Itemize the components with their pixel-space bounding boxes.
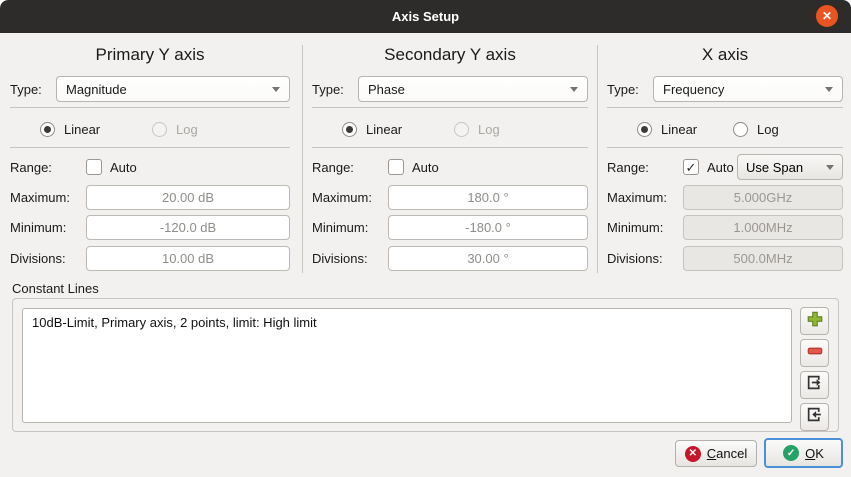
maximum-input[interactable]: 180.0 ° — [388, 185, 588, 210]
axis-setup-dialog: Axis Setup ✕ Primary Y axis Type: Magnit… — [0, 0, 851, 477]
chevron-down-icon — [826, 165, 834, 170]
divisions-label: Divisions: — [607, 251, 683, 266]
span-mode-dropdown[interactable]: Use Span — [737, 154, 843, 180]
linear-radio[interactable]: Linear — [40, 122, 152, 137]
x-axis-panel: X axis Type: Frequency Linear Log Range:… — [607, 40, 843, 280]
chevron-down-icon — [272, 87, 280, 92]
type-label: Type: — [607, 82, 653, 97]
separator — [607, 147, 843, 148]
panel-title: Secondary Y axis — [312, 45, 588, 65]
minimum-input: 1.000MHz — [683, 215, 843, 240]
type-label: Type: — [312, 82, 358, 97]
checkmark-icon: ✓ — [686, 161, 697, 174]
log-radio: Log — [152, 122, 198, 137]
separator — [10, 147, 290, 148]
ok-button[interactable]: ✓ OK — [764, 438, 843, 468]
radio-icon — [454, 122, 469, 137]
linear-radio-label: Linear — [64, 122, 100, 137]
auto-checkbox-label: Auto — [412, 160, 439, 175]
type-dropdown-value: Frequency — [663, 82, 724, 97]
auto-checkbox-label: Auto — [707, 160, 734, 175]
span-mode-value: Use Span — [746, 160, 803, 175]
range-label: Range: — [10, 160, 86, 175]
range-label: Range: — [312, 160, 388, 175]
ok-button-label: OK — [805, 446, 824, 461]
type-dropdown-value: Magnitude — [66, 82, 127, 97]
minimum-label: Minimum: — [10, 220, 86, 235]
minimum-input[interactable]: -180.0 ° — [388, 215, 588, 240]
remove-line-button[interactable] — [800, 339, 829, 367]
chevron-down-icon — [825, 87, 833, 92]
separator — [312, 147, 588, 148]
radio-icon[interactable] — [637, 122, 652, 137]
auto-checkbox[interactable]: ✓ — [86, 159, 102, 175]
titlebar[interactable]: Axis Setup ✕ — [0, 0, 851, 33]
radio-icon — [152, 122, 167, 137]
type-dropdown[interactable]: Magnitude — [56, 76, 290, 102]
type-label: Type: — [10, 82, 56, 97]
cancel-cross-icon: ✕ — [685, 446, 701, 462]
primary-y-axis-panel: Primary Y axis Type: Magnitude Linear Lo… — [10, 40, 290, 280]
type-dropdown[interactable]: Frequency — [653, 76, 843, 102]
divisions-label: Divisions: — [312, 251, 388, 266]
minimum-label: Minimum: — [607, 220, 683, 235]
ok-check-icon: ✓ — [783, 445, 799, 461]
maximum-input: 5.000GHz — [683, 185, 843, 210]
cancel-button[interactable]: ✕ Cancel — [675, 440, 757, 467]
linear-radio[interactable]: Linear — [637, 122, 733, 137]
import-lines-button[interactable] — [800, 403, 829, 431]
minus-icon — [806, 342, 824, 365]
radio-icon[interactable] — [342, 122, 357, 137]
list-item[interactable]: 10dB-Limit, Primary axis, 2 points, limi… — [32, 313, 782, 332]
log-radio-label: Log — [478, 122, 500, 137]
divisions-label: Divisions: — [10, 251, 86, 266]
minimum-input[interactable]: -120.0 dB — [86, 215, 290, 240]
auto-checkbox-label: Auto — [110, 160, 137, 175]
radio-icon[interactable] — [733, 122, 748, 137]
maximum-input[interactable]: 20.00 dB — [86, 185, 290, 210]
maximum-label: Maximum: — [607, 190, 683, 205]
separator — [312, 107, 588, 108]
column-separator — [302, 45, 303, 273]
divisions-input: 500.0MHz — [683, 246, 843, 271]
separator — [10, 107, 290, 108]
window-title: Axis Setup — [392, 9, 459, 24]
cancel-button-label: Cancel — [707, 446, 747, 461]
linear-radio-label: Linear — [661, 122, 697, 137]
log-radio-label: Log — [176, 122, 198, 137]
panel-title: Primary Y axis — [10, 45, 290, 65]
export-lines-button[interactable] — [800, 371, 829, 399]
import-icon — [806, 406, 823, 428]
auto-checkbox[interactable]: ✓ — [388, 159, 404, 175]
maximum-label: Maximum: — [10, 190, 86, 205]
separator — [607, 107, 843, 108]
constant-lines-group: 10dB-Limit, Primary axis, 2 points, limi… — [12, 298, 839, 432]
constant-lines-label: Constant Lines — [12, 281, 99, 296]
auto-checkbox[interactable]: ✓ — [683, 159, 699, 175]
maximum-label: Maximum: — [312, 190, 388, 205]
range-label: Range: — [607, 160, 683, 175]
export-icon — [806, 374, 823, 396]
divisions-input[interactable]: 10.00 dB — [86, 246, 290, 271]
close-icon[interactable]: ✕ — [816, 5, 838, 27]
linear-radio[interactable]: Linear — [342, 122, 454, 137]
log-radio[interactable]: Log — [733, 122, 779, 137]
type-dropdown-value: Phase — [368, 82, 405, 97]
minimum-label: Minimum: — [312, 220, 388, 235]
plus-icon — [806, 310, 824, 333]
radio-icon[interactable] — [40, 122, 55, 137]
panel-title: X axis — [607, 45, 843, 65]
divisions-input[interactable]: 30.00 ° — [388, 246, 588, 271]
chevron-down-icon — [570, 87, 578, 92]
column-separator — [597, 45, 598, 273]
log-radio: Log — [454, 122, 500, 137]
linear-radio-label: Linear — [366, 122, 402, 137]
constant-lines-list[interactable]: 10dB-Limit, Primary axis, 2 points, limi… — [22, 308, 792, 423]
log-radio-label: Log — [757, 122, 779, 137]
secondary-y-axis-panel: Secondary Y axis Type: Phase Linear Log … — [312, 40, 588, 280]
add-line-button[interactable] — [800, 307, 829, 335]
type-dropdown[interactable]: Phase — [358, 76, 588, 102]
